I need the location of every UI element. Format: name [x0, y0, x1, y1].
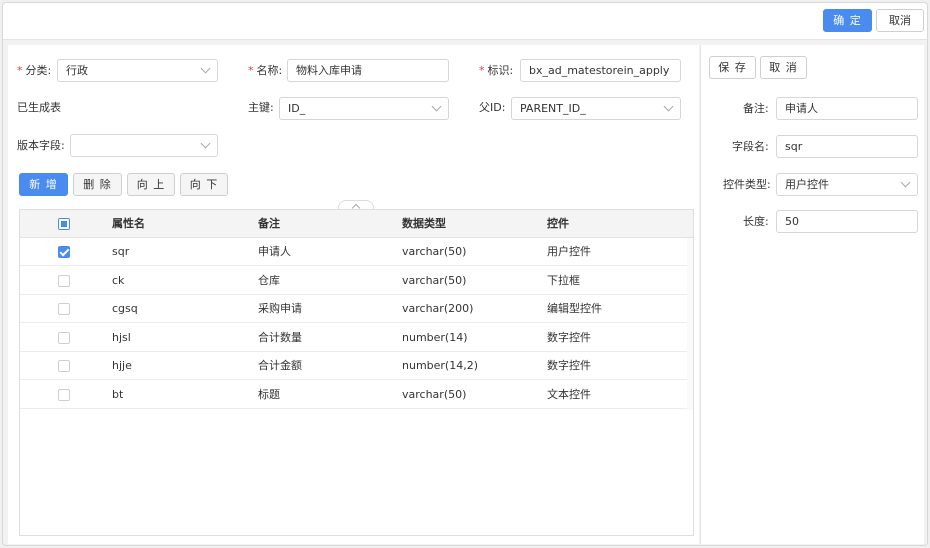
- primary-key-value: ID_: [288, 102, 306, 115]
- select-all-checkbox[interactable]: [58, 218, 70, 230]
- cell-name: cgsq: [112, 302, 138, 315]
- length-input[interactable]: 50: [776, 210, 918, 233]
- identifier-label: * 标识:: [479, 60, 513, 82]
- length-label: 长度:: [743, 215, 769, 228]
- name-label: * 名称:: [248, 60, 282, 82]
- table-definition-panel: * 分类: 行政 * 名称: 物料入库申请 * 标识: bx_ad_matestore…: [8, 45, 699, 544]
- primary-key-select[interactable]: ID_: [279, 97, 449, 120]
- version-field-select[interactable]: [70, 134, 218, 157]
- table-scrollbar[interactable]: [687, 238, 693, 410]
- cell-remark: 仓库: [258, 274, 280, 287]
- cell-control: 文本控件: [547, 388, 591, 401]
- save-button[interactable]: 保 存: [709, 56, 756, 79]
- field-detail-panel: 保 存 取 消 备注: 申请人 字段名: sqr 控件类型: 用户控件 长度: …: [700, 45, 924, 544]
- cell-name: sqr: [112, 245, 130, 258]
- category-label: * 分类:: [17, 60, 51, 82]
- cell-remark: 标题: [258, 388, 280, 401]
- column-header-remark: 备注: [258, 217, 280, 230]
- table-row[interactable]: cgsq 采购申请 varchar(200) 编辑型控件: [20, 295, 687, 323]
- chevron-down-icon: [900, 177, 911, 188]
- row-checkbox[interactable]: [58, 275, 70, 287]
- table-row[interactable]: ck 仓库 varchar(50) 下拉框: [20, 267, 687, 295]
- field-name-input[interactable]: sqr: [776, 135, 918, 158]
- row-checkbox[interactable]: [58, 360, 70, 372]
- length-value: 50: [785, 215, 799, 228]
- parent-id-select[interactable]: PARENT_ID_: [511, 97, 681, 120]
- column-header-type: 数据类型: [402, 217, 446, 230]
- cell-control: 数字控件: [547, 331, 591, 344]
- cancel-button[interactable]: 取消: [876, 9, 924, 32]
- cell-remark: 合计金额: [258, 359, 302, 372]
- detail-cancel-button[interactable]: 取 消: [760, 56, 807, 79]
- name-value: 物料入库申请: [296, 64, 362, 77]
- cell-remark: 采购申请: [258, 302, 302, 315]
- cell-type: varchar(200): [402, 302, 474, 315]
- cell-remark: 申请人: [258, 245, 291, 258]
- column-header-control: 控件: [547, 217, 569, 230]
- cell-type: varchar(50): [402, 274, 467, 287]
- identifier-value: bx_ad_matestorein_apply: [529, 64, 670, 77]
- category-value: 行政: [66, 64, 88, 77]
- dialog-frame: 确 定 取消 * 分类: 行政 * 名称: 物料入库申请 * 标识: bx_ad_ma…: [2, 2, 928, 546]
- cell-control: 用户控件: [547, 245, 591, 258]
- move-down-button[interactable]: 向 下: [180, 173, 228, 196]
- required-mark: *: [248, 64, 254, 77]
- required-mark: *: [17, 64, 23, 77]
- control-type-value: 用户控件: [785, 178, 829, 191]
- control-type-select[interactable]: 用户控件: [776, 173, 918, 196]
- chevron-down-icon: [663, 101, 674, 112]
- cell-type: number(14): [402, 331, 468, 344]
- row-checkbox[interactable]: [58, 332, 70, 344]
- chevron-down-icon: [200, 138, 211, 149]
- required-mark: *: [479, 64, 485, 77]
- remark-value: 申请人: [785, 102, 818, 115]
- primary-key-label: 主键:: [248, 101, 274, 114]
- cell-name: ck: [112, 274, 125, 287]
- name-input[interactable]: 物料入库申请: [287, 59, 449, 82]
- chevron-down-icon: [431, 101, 442, 112]
- cell-type: varchar(50): [402, 245, 467, 258]
- delete-button[interactable]: 删 除: [73, 173, 122, 196]
- confirm-button[interactable]: 确 定: [823, 9, 872, 32]
- version-field-label: 版本字段:: [17, 139, 65, 152]
- cell-name: hjsl: [112, 331, 131, 344]
- table-row[interactable]: hjje 合计金额 number(14,2) 数字控件: [20, 352, 687, 380]
- row-checkbox[interactable]: [58, 389, 70, 401]
- table-row[interactable]: hjsl 合计数量 number(14) 数字控件: [20, 324, 687, 352]
- cell-name: hjje: [112, 359, 132, 372]
- field-name-label: 字段名:: [732, 140, 769, 153]
- control-type-label: 控件类型:: [723, 178, 771, 191]
- field-name-value: sqr: [785, 140, 803, 153]
- fields-table: 属性名 备注 数据类型 控件 sqr 申请人 varchar(50) 用户控件 …: [19, 209, 694, 536]
- cell-type: number(14,2): [402, 359, 479, 372]
- cell-control: 数字控件: [547, 359, 591, 372]
- category-select[interactable]: 行政: [57, 59, 218, 82]
- cell-remark: 合计数量: [258, 331, 302, 344]
- table-row[interactable]: bt 标题 varchar(50) 文本控件: [20, 381, 687, 409]
- table-row[interactable]: sqr 申请人 varchar(50) 用户控件: [20, 238, 687, 266]
- add-button[interactable]: 新 增: [19, 173, 68, 196]
- cell-control: 编辑型控件: [547, 302, 602, 315]
- remark-input[interactable]: 申请人: [776, 97, 918, 120]
- cell-name: bt: [112, 388, 124, 401]
- parent-id-label: 父ID:: [479, 101, 506, 114]
- parent-id-value: PARENT_ID_: [520, 102, 586, 115]
- identifier-input[interactable]: bx_ad_matestorein_apply: [520, 59, 681, 82]
- identifier-label-text: 标识:: [487, 64, 514, 77]
- move-up-button[interactable]: 向 上: [127, 173, 175, 196]
- generated-table-text: 已生成表: [17, 101, 61, 114]
- row-checkbox[interactable]: [58, 303, 70, 315]
- cell-type: varchar(50): [402, 388, 467, 401]
- table-header: 属性名 备注 数据类型 控件: [20, 210, 693, 238]
- row-checkbox[interactable]: [58, 246, 70, 258]
- category-label-text: 分类:: [25, 64, 52, 77]
- cell-control: 下拉框: [547, 274, 580, 287]
- chevron-down-icon: [200, 63, 211, 74]
- column-header-name: 属性名: [112, 217, 145, 230]
- remark-label: 备注:: [743, 102, 769, 115]
- name-label-text: 名称:: [256, 64, 283, 77]
- top-toolbar: 确 定 取消: [3, 3, 927, 40]
